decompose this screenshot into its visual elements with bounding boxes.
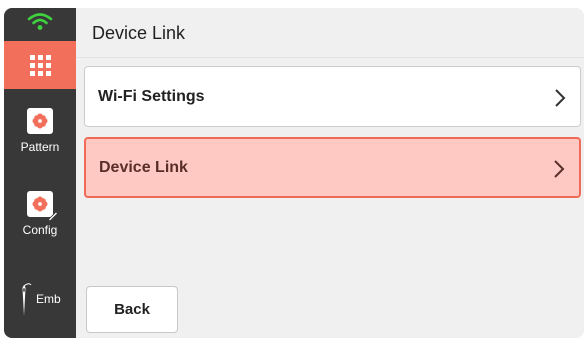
chevron-right-icon [554,160,565,178]
device-screen: Pattern Config Emb Device Link Wi-Fi Set… [4,8,584,338]
pencil-icon [47,211,59,221]
pattern-icon [27,108,53,134]
device-link-item[interactable]: Device Link [84,137,581,198]
back-button[interactable]: Back [86,286,178,333]
list-item-label: Wi-Fi Settings [98,87,205,105]
wifi-icon [27,13,53,30]
sidebar-item-label: Pattern [20,140,60,154]
sidebar-item-label: Config [22,223,58,237]
sidebar-item-config[interactable]: Config [4,191,76,237]
sidebar-item-emb[interactable]: Emb [4,278,76,318]
sidebar: Pattern Config Emb [4,8,76,338]
needle-icon [22,283,32,316]
sidebar-item-label: Emb [36,292,61,306]
config-icon [27,191,59,221]
list-item-label: Device Link [99,158,188,176]
page-title: Device Link [92,23,186,43]
menu-button[interactable] [4,41,76,89]
header-divider [76,57,584,58]
wifi-settings-item[interactable]: Wi-Fi Settings [84,66,581,127]
sidebar-item-pattern[interactable]: Pattern [4,108,76,154]
chevron-right-icon [555,89,566,107]
grid-icon [29,54,51,76]
